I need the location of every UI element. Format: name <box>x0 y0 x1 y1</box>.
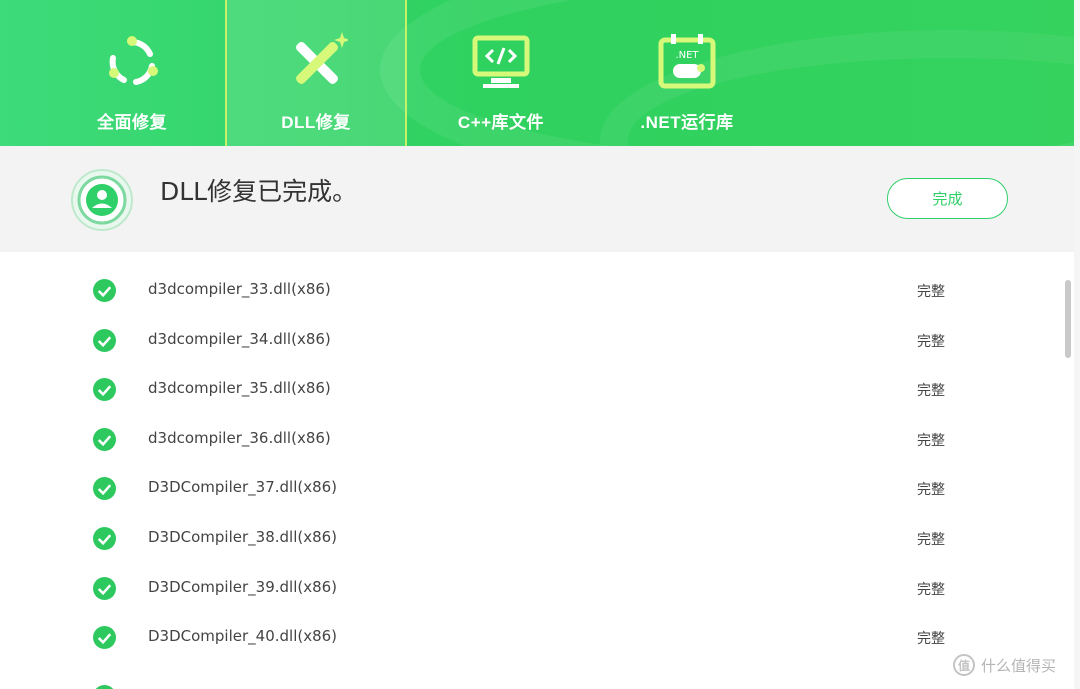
file-name: D3DCompiler_40.dll(x86) <box>148 627 338 646</box>
file-name: d3dcompiler_34.dll(x86) <box>148 329 331 348</box>
file-status: 完整 <box>917 481 945 498</box>
file-name: D3DCompiler_38.dll(x86) <box>148 528 338 546</box>
list-item: d3dcompiler_34.dll(x86) 完整 <box>0 316 1060 366</box>
watermark-text: 什么值得买 <box>981 657 1057 675</box>
check-icon <box>93 576 116 600</box>
check-icon <box>95 685 114 689</box>
status-panel: DLL修复已完成。 完成 <box>0 146 1074 252</box>
status-title: DLL修复已完成。 <box>160 177 358 206</box>
check-icon <box>93 527 116 550</box>
tab-full-repair[interactable]: 全面修复 <box>41 0 223 146</box>
tab-cpp-libraries[interactable]: C++库文件 <box>410 0 592 146</box>
check-icon <box>93 328 116 352</box>
check-icon <box>93 427 116 451</box>
list-item: d3dcompiler_36.dll(x86) 完整 <box>0 415 1060 465</box>
file-status: 完整 <box>917 431 945 448</box>
tab-dll-repair[interactable]: DLL修复 <box>225 0 407 146</box>
check-icon <box>93 378 116 402</box>
file-status: 完整 <box>917 332 945 349</box>
list-item: D3DCompiler_38.dll(x86) 完整 <box>0 514 1060 564</box>
tab-label: .NET运行库 <box>640 113 734 132</box>
scrollbar-thumb[interactable] <box>1065 280 1071 358</box>
file-name: D3DCompiler_39.dll(x86) <box>148 577 338 596</box>
file-name: d3dcompiler_33.dll(x86) <box>148 280 331 298</box>
list-item: d3dcompiler_35.dll(x86) 完整 <box>0 365 1060 415</box>
tab-label: DLL修复 <box>281 113 351 132</box>
check-icon <box>93 279 116 302</box>
file-status: 完整 <box>917 283 945 299</box>
top-tab-bar: 全面修复 DLL修复 C++库文件 .NET .NET运行库 <box>0 0 1074 146</box>
list-item: d3dcompiler_33.dll(x86) 完整 <box>0 266 1060 316</box>
file-name: D3DCompiler_37.dll(x86) <box>148 478 338 497</box>
file-name: d3dcompiler_36.dll(x86) <box>148 428 331 447</box>
tab-dotnet-runtime[interactable]: .NET .NET运行库 <box>596 0 778 146</box>
watermark: 值 什么值得买 <box>953 654 1056 676</box>
dotnet-calendar-icon: .NET <box>658 34 716 89</box>
wrench-cross-icon <box>296 32 348 84</box>
window-edge <box>1074 0 1080 689</box>
check-icon <box>93 477 116 501</box>
svg-text:.NET: .NET <box>675 50 699 61</box>
file-status: 完整 <box>917 580 945 597</box>
scrollbar[interactable] <box>1061 252 1074 689</box>
list-item: D3DCompiler_40.dll(x86) 完整 <box>0 613 1060 663</box>
code-monitor-icon <box>472 35 530 88</box>
list-item-partial <box>0 672 1060 689</box>
file-status: 完整 <box>917 531 945 547</box>
tab-label: 全面修复 <box>97 113 167 132</box>
done-button[interactable]: 完成 <box>887 178 1008 219</box>
refresh-cycle-icon <box>109 36 158 85</box>
target-person-icon <box>71 169 133 231</box>
list-item: D3DCompiler_37.dll(x86) 完整 <box>0 464 1060 514</box>
check-icon <box>93 626 116 650</box>
file-status: 完整 <box>917 382 945 399</box>
file-status: 完整 <box>917 630 945 647</box>
tab-label: C++库文件 <box>457 113 545 132</box>
watermark-icon: 值 <box>953 654 975 676</box>
file-name: d3dcompiler_35.dll(x86) <box>148 379 331 398</box>
file-list: d3dcompiler_33.dll(x86) 完整 d3dcompiler_3… <box>0 252 1060 689</box>
list-item: D3DCompiler_39.dll(x86) 完整 <box>0 564 1060 614</box>
